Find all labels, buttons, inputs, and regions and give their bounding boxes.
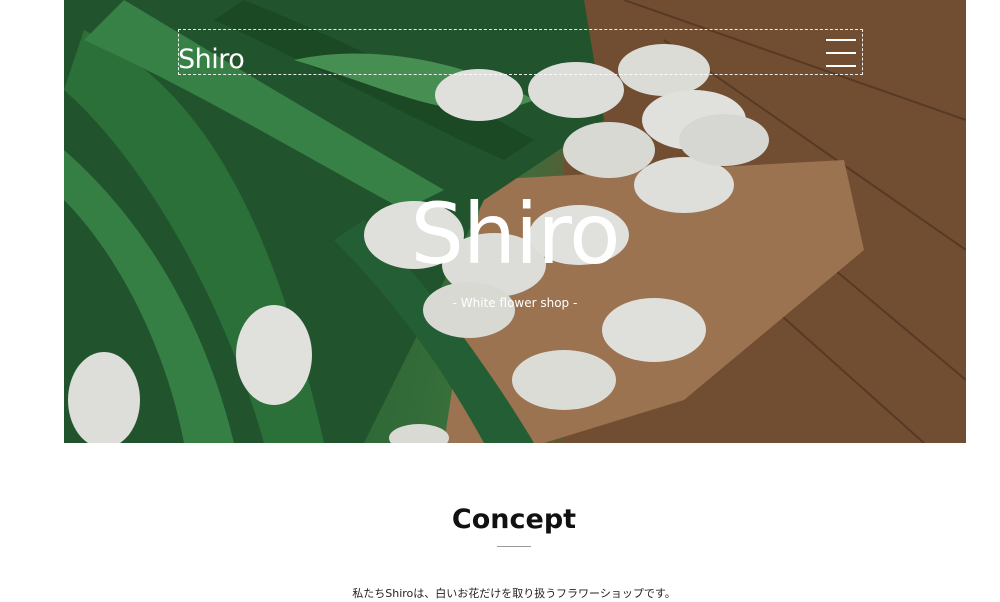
hamburger-menu-icon-bar [826, 52, 856, 54]
header-bar [178, 29, 863, 75]
section-divider [497, 546, 531, 547]
hamburger-menu-icon-bar [826, 39, 856, 41]
hamburger-menu-icon-bar [826, 65, 856, 67]
hamburger-menu-button[interactable] [824, 36, 858, 70]
concept-heading: Concept [451, 504, 577, 535]
hero-subtitle: - White flower shop - [452, 296, 578, 310]
site-logo[interactable]: Shiro [178, 42, 245, 78]
hero-title: Shiro [410, 185, 621, 283]
